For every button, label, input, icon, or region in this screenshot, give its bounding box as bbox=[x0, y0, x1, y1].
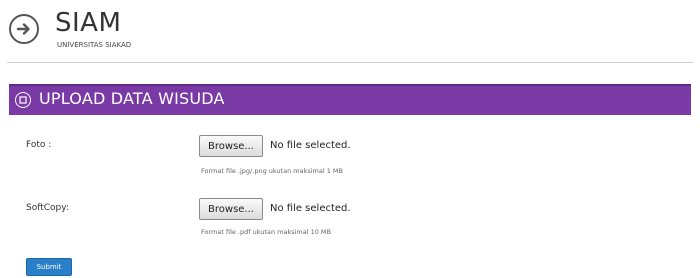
softcopy-hint: Format file .pdf ukutan maksimal 10 MB bbox=[201, 228, 331, 236]
foto-label: Foto : bbox=[26, 140, 52, 150]
arrow-right-circle-icon bbox=[9, 14, 39, 44]
section-header: UPLOAD DATA WISUDA bbox=[9, 84, 691, 115]
foto-hint: Format file .jpg/.png ukutan maksimal 1 … bbox=[201, 167, 344, 175]
header-divider bbox=[7, 62, 693, 63]
foto-file-status: No file selected. bbox=[270, 140, 351, 151]
app-subtitle: UNIVERSITAS SIAKAD bbox=[57, 41, 132, 49]
softcopy-browse-button[interactable]: Browse... bbox=[199, 198, 263, 220]
circle-square-icon bbox=[15, 92, 31, 108]
app-title: SIAM bbox=[55, 8, 122, 38]
softcopy-label: SoftCopy: bbox=[26, 203, 69, 213]
softcopy-file-status: No file selected. bbox=[270, 203, 351, 214]
foto-browse-button[interactable]: Browse... bbox=[199, 135, 263, 157]
section-title: UPLOAD DATA WISUDA bbox=[39, 89, 225, 108]
submit-button[interactable]: Submit bbox=[26, 258, 72, 276]
